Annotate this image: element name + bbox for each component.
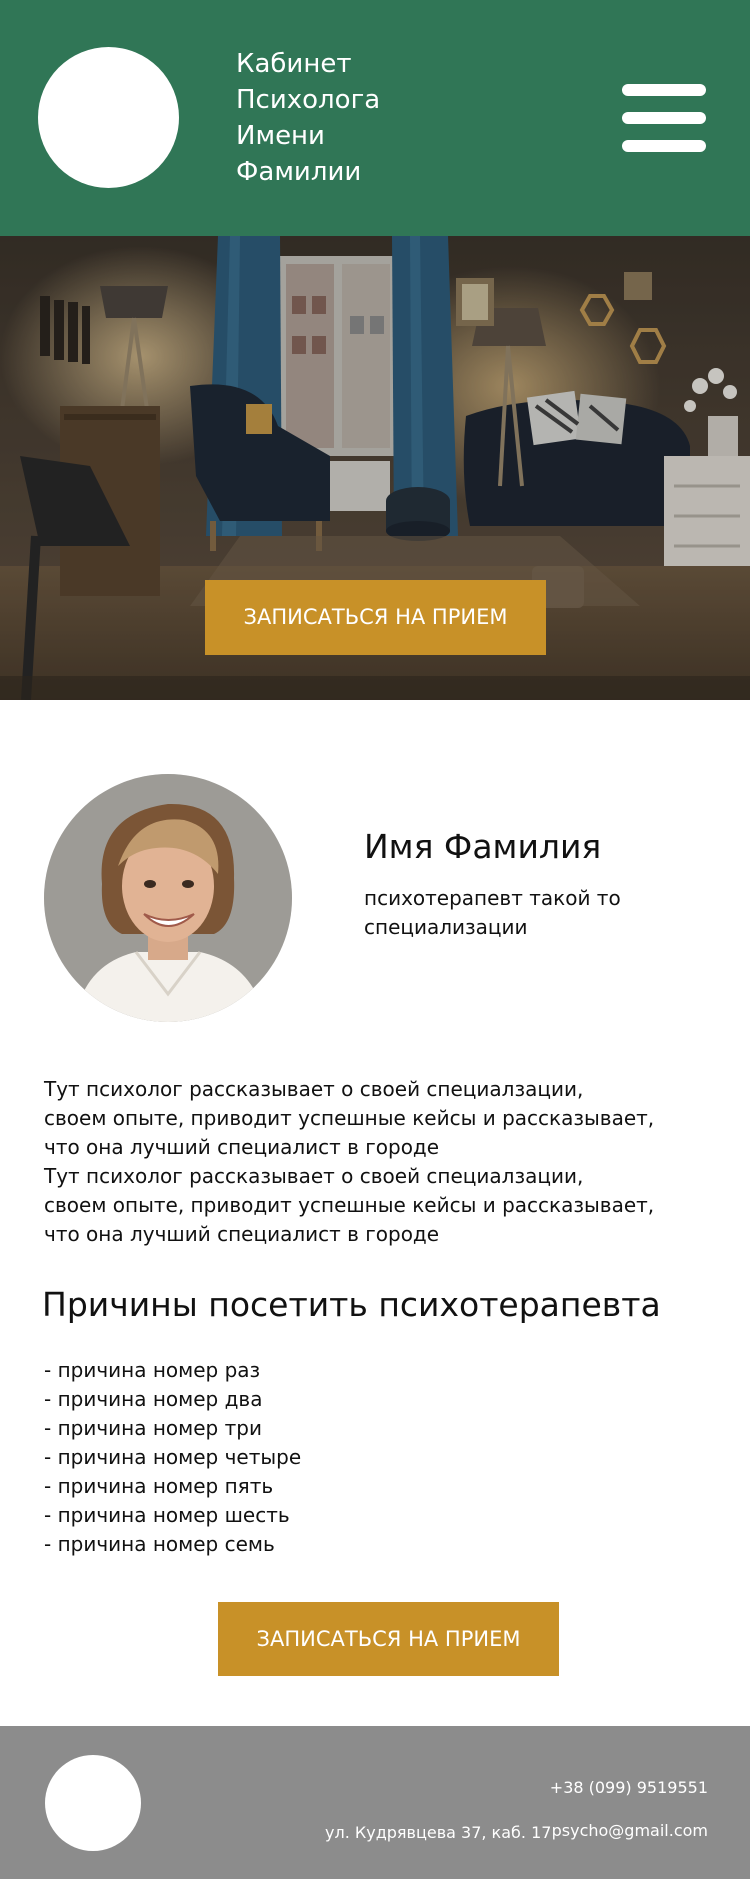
portrait-illustration bbox=[44, 774, 292, 1022]
book-appointment-button-bottom[interactable]: ЗАПИСАТЬСЯ НА ПРИЕМ bbox=[218, 1602, 559, 1676]
bio-line: своем опыте, приводит успешные кейсы и р… bbox=[44, 1193, 655, 1217]
menu-bar bbox=[622, 84, 706, 96]
bio-line: Тут психолог рассказывает о своей специа… bbox=[44, 1077, 584, 1101]
hamburger-menu-icon[interactable] bbox=[622, 84, 706, 152]
psychologist-photo bbox=[44, 774, 292, 1022]
site-title-line: Кабинет bbox=[236, 49, 352, 79]
reasons-list: - причина номер раз - причина номер два … bbox=[44, 1356, 301, 1559]
list-item: - причина номер раз bbox=[44, 1358, 261, 1382]
list-item: - причина номер два bbox=[44, 1387, 263, 1411]
bio-text: Тут психолог рассказывает о своей специа… bbox=[44, 1075, 704, 1249]
menu-bar bbox=[622, 140, 706, 152]
footer-address: ул. Кудрявцева 37, каб. 17 bbox=[325, 1823, 552, 1842]
site-header: Кабинет Психолога Имени Фамилии bbox=[0, 0, 750, 236]
menu-bar bbox=[622, 112, 706, 124]
list-item: - причина номер пять bbox=[44, 1474, 274, 1498]
psychologist-name: Имя Фамилия bbox=[364, 827, 602, 866]
logo[interactable] bbox=[38, 47, 179, 188]
bio-line: Тут психолог рассказывает о своей специа… bbox=[44, 1164, 584, 1188]
bio-line: что она лучший специалист в городе bbox=[44, 1222, 440, 1246]
list-item: - причина номер три bbox=[44, 1416, 262, 1440]
psychologist-specialization: психотерапевт такой то специализации bbox=[364, 886, 621, 939]
site-title: Кабинет Психолога Имени Фамилии bbox=[236, 46, 496, 190]
footer-phone-link[interactable]: +38 (099) 9519551 bbox=[550, 1778, 708, 1797]
footer-logo[interactable] bbox=[45, 1755, 141, 1851]
book-appointment-button[interactable]: ЗАПИСАТЬСЯ НА ПРИЕМ bbox=[205, 580, 546, 655]
list-item: - причина номер четыре bbox=[44, 1445, 302, 1469]
site-title-line: Фамилии bbox=[236, 157, 362, 187]
list-item: - причина номер семь bbox=[44, 1532, 275, 1556]
bio-line: что она лучший специалист в городе bbox=[44, 1135, 440, 1159]
reasons-heading: Причины посетить психотерапевта bbox=[42, 1285, 661, 1324]
hero-section: ЗАПИСАТЬСЯ НА ПРИЕМ bbox=[0, 236, 750, 700]
list-item: - причина номер шесть bbox=[44, 1503, 290, 1527]
site-footer: +38 (099) 9519551 ул. Кудрявцева 37, каб… bbox=[0, 1726, 750, 1879]
site-title-line: Психолога bbox=[236, 85, 381, 115]
bio-line: своем опыте, приводит успешные кейсы и р… bbox=[44, 1106, 655, 1130]
site-title-line: Имени bbox=[236, 121, 325, 151]
footer-email-link[interactable]: psycho@gmail.com bbox=[552, 1821, 708, 1840]
